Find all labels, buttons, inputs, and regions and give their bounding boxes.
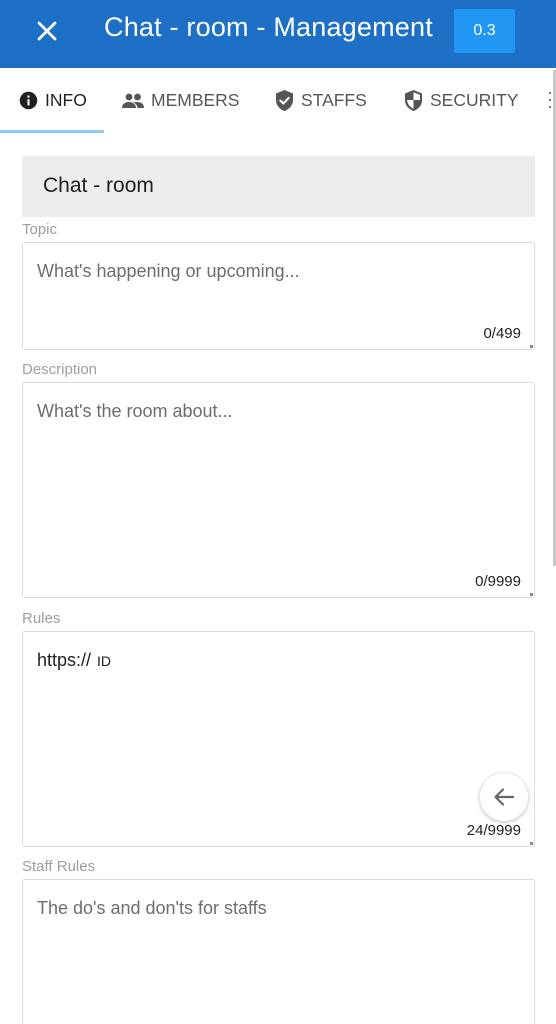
topic-field[interactable]: What's happening or upcoming... 0/499 [22, 242, 535, 350]
room-name-field[interactable]: Chat - room [22, 156, 535, 217]
topic-label: Topic [22, 221, 58, 238]
staff-rules-placeholder: The do's and don'ts for staffs [37, 898, 267, 918]
active-tab-indicator [0, 130, 104, 133]
people-icon [122, 93, 144, 108]
close-button[interactable] [30, 14, 64, 48]
description-placeholder: What's the room about... [37, 401, 233, 421]
close-icon [37, 21, 57, 41]
tab-members-label: MEMBERS [151, 90, 240, 110]
version-badge[interactable]: 0.3 [454, 9, 515, 53]
topic-counter: 0/499 [483, 325, 521, 342]
rules-label: Rules [22, 610, 61, 627]
rules-suffix: ID [97, 653, 112, 669]
description-counter: 0/9999 [475, 573, 521, 590]
page-title: Chat - room - Management [104, 12, 433, 42]
shield-check-icon [276, 90, 293, 111]
tab-info-label: INFO [45, 90, 87, 110]
topic-resize-handle[interactable] [530, 345, 533, 348]
info-icon [19, 91, 38, 110]
app-bar: Chat - room - Management 0.3 [0, 0, 556, 68]
rules-field[interactable]: https:// ID 24/9999 [22, 631, 535, 847]
tab-members[interactable]: MEMBERS [121, 68, 239, 133]
staff-rules-label: Staff Rules [22, 858, 96, 875]
arrow-back-icon [494, 788, 515, 806]
tab-info[interactable]: INFO [18, 68, 87, 133]
topic-placeholder: What's happening or upcoming... [37, 261, 300, 281]
description-resize-handle[interactable] [530, 593, 533, 596]
staff-rules-field[interactable]: The do's and don'ts for staffs [22, 879, 535, 1024]
tab-bar: INFO MEMBERS STAFFS SECURITY [0, 68, 556, 133]
rules-counter: 24/9999 [466, 822, 521, 839]
description-label: Description [22, 361, 98, 378]
rules-value: https:// ID [37, 650, 111, 671]
tab-staffs-label: STAFFS [301, 90, 367, 110]
back-button[interactable] [480, 773, 528, 821]
tab-staffs[interactable]: STAFFS [274, 68, 367, 133]
security-shield-icon [405, 90, 422, 111]
tab-security-label: SECURITY [430, 90, 519, 110]
description-field[interactable]: What's the room about... 0/9999 [22, 382, 535, 598]
tab-security[interactable]: SECURITY [403, 68, 518, 133]
rules-resize-handle[interactable] [530, 842, 533, 845]
rules-text: https:// [37, 650, 92, 670]
